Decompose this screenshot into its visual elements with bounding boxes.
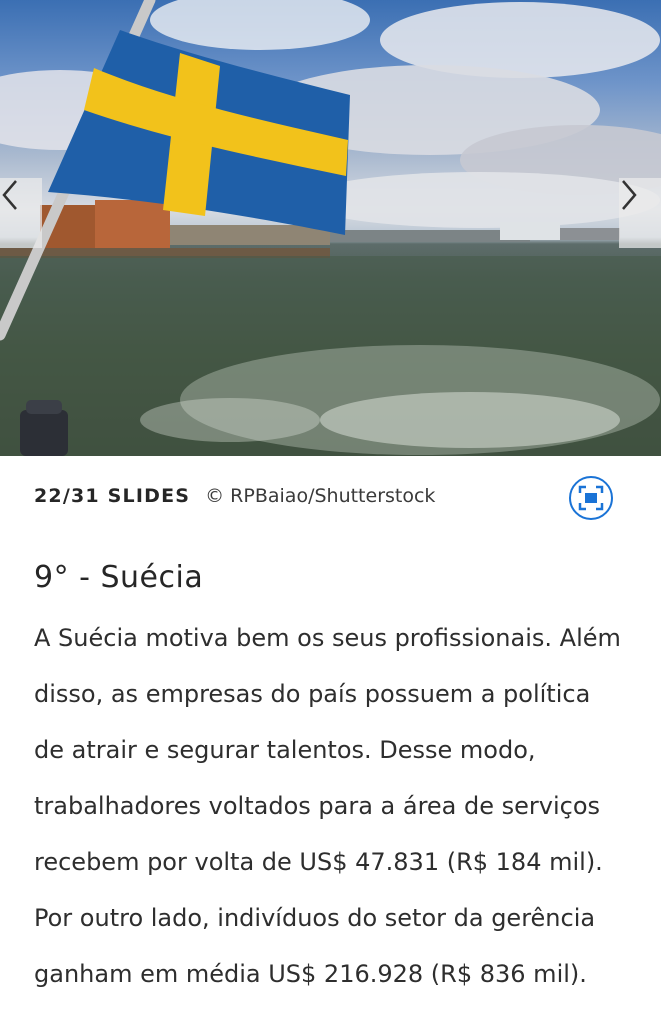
slide-image xyxy=(0,0,661,456)
description-line: de atrair e segurar talentos. Desse modo… xyxy=(34,736,536,764)
previous-slide-button[interactable] xyxy=(0,178,42,248)
description-line: trabalhadores voltados para a área de se… xyxy=(34,792,601,820)
fullscreen-icon xyxy=(578,485,604,511)
fullscreen-button[interactable] xyxy=(569,476,613,520)
description-line: A Suécia motiva bem os seus profissionai… xyxy=(34,624,621,652)
description-line: disso, as empresas do país possuem a pol… xyxy=(34,680,591,708)
chevron-left-icon xyxy=(2,180,17,210)
slide-counter: 22/31 SLIDES xyxy=(34,485,191,507)
slide-meta: 22/31 SLIDES © RPBaiao/Shutterstock xyxy=(34,482,435,510)
slide-description: A Suécia motiva bem os seus profissionai… xyxy=(34,610,644,1002)
chevron-right-icon xyxy=(622,180,637,210)
description-line: ganham em média US$ 216.928 (R$ 836 mil)… xyxy=(34,960,587,988)
harbor-scene xyxy=(0,0,661,456)
slide-title: 9° - Suécia xyxy=(34,560,204,595)
photo-credit: © RPBaiao/Shutterstock xyxy=(205,485,436,507)
description-line: Por outro lado, indivíduos do setor da g… xyxy=(34,904,596,932)
next-slide-button[interactable] xyxy=(619,178,661,248)
description-line: recebem por volta de US$ 47.831 (R$ 184 … xyxy=(34,848,603,876)
